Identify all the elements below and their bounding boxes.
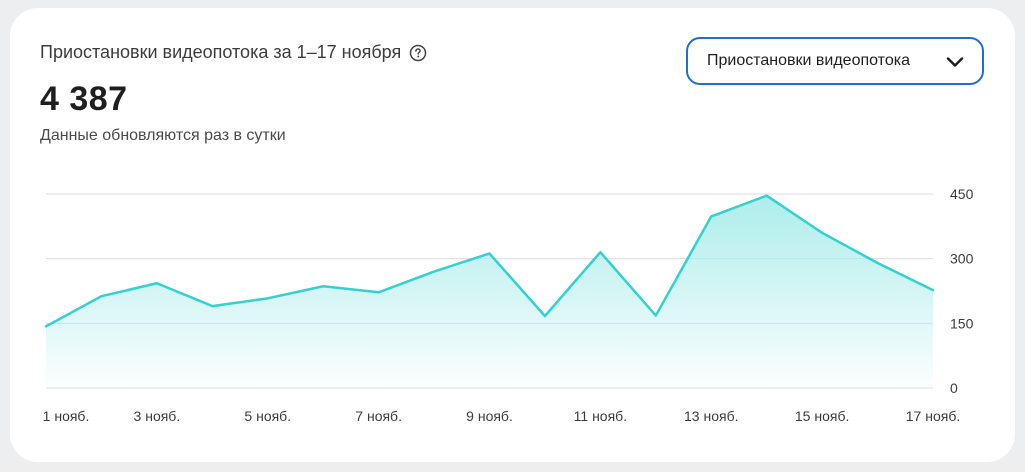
data-point [432,270,436,274]
data-point [820,231,824,235]
data-point [377,290,381,294]
x-tick-label: 7 нояб. [355,408,402,424]
x-tick-label: 11 нояб. [574,408,627,424]
x-tick-label: 9 нояб. [466,408,513,424]
y-tick-label: 150 [950,315,974,331]
data-point [488,251,492,255]
data-point [99,294,103,298]
x-tick-label: 13 нояб. [684,408,738,424]
y-tick-label: 450 [950,186,974,202]
data-point [654,314,658,318]
data-point [266,296,270,300]
x-tick-label: 17 нояб. [906,408,960,424]
data-point [765,194,769,198]
data-point [44,324,48,328]
data-point [709,214,713,218]
data-point [931,288,935,292]
y-tick-label: 0 [950,380,958,396]
x-tick-label: 5 нояб. [244,408,291,424]
x-tick-label: 3 нояб. [134,408,181,424]
y-tick-label: 300 [950,251,974,267]
data-point [155,281,159,285]
area-chart: 0 150 300 450 1 нояб. 3 нояб. 5 нояб. 7 нояб. 9 … [43,186,974,424]
data-point [321,284,325,288]
x-tick-label: 1 нояб. [43,408,90,424]
data-point [210,304,214,308]
chart-card: Приостановки видеопотока за 1–17 ноября … [10,8,1015,462]
x-tick-label: 15 нояб. [795,408,849,424]
data-point [598,250,602,254]
data-point [876,261,880,265]
data-point [543,314,547,318]
